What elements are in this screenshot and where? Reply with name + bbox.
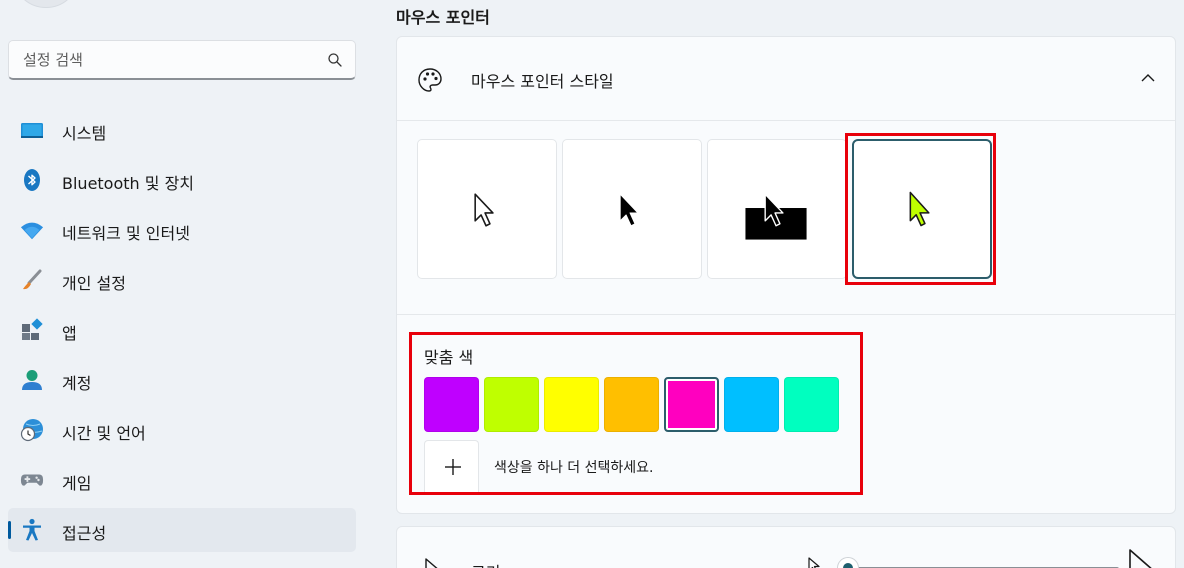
color-swatch-orange[interactable] bbox=[604, 377, 659, 432]
sidebar-item-network[interactable]: 네트워크 및 인터넷 bbox=[8, 208, 356, 252]
color-swatch-magenta[interactable] bbox=[664, 377, 719, 432]
pointer-style-custom[interactable] bbox=[852, 139, 992, 279]
sidebar-item-label: 계정 bbox=[62, 374, 92, 393]
add-color-button[interactable] bbox=[424, 440, 479, 492]
sidebar-item-accounts[interactable]: 계정 bbox=[8, 358, 356, 402]
palette-icon bbox=[418, 68, 442, 92]
page-title: 마우스 포인터 bbox=[396, 8, 490, 27]
sidebar-item-gaming[interactable]: 게임 bbox=[8, 458, 356, 502]
pointer-style-white[interactable] bbox=[417, 139, 557, 279]
sidebar-item-label: 시스템 bbox=[62, 124, 107, 143]
system-monitor-icon bbox=[20, 118, 44, 142]
color-swatch-lime[interactable] bbox=[484, 377, 539, 432]
large-pointer-icon bbox=[1129, 549, 1152, 568]
color-swatch-yellow[interactable] bbox=[544, 377, 599, 432]
avatar bbox=[12, 0, 80, 8]
pointer-size-card: 크기 bbox=[396, 526, 1176, 568]
sidebar-item-personalization[interactable]: 개인 설정 bbox=[8, 258, 356, 302]
accessibility-icon bbox=[20, 518, 44, 542]
custom-color-label: 맞춤 색 bbox=[424, 348, 474, 367]
inverted-pointer-icon bbox=[745, 193, 807, 240]
pointer-size-label: 크기 bbox=[471, 559, 500, 568]
pointer-size-slider-thumb[interactable] bbox=[837, 557, 859, 568]
custom-pointer-icon bbox=[909, 191, 930, 227]
sidebar-item-label: Bluetooth 및 장치 bbox=[62, 174, 195, 193]
sidebar-item-label: 네트워크 및 인터넷 bbox=[62, 224, 190, 243]
color-swatch-aqua[interactable] bbox=[784, 377, 839, 432]
chevron-up-icon[interactable] bbox=[1139, 69, 1157, 87]
pointer-style-inverted[interactable] bbox=[707, 139, 847, 279]
search-box[interactable] bbox=[8, 40, 356, 80]
small-pointer-icon bbox=[808, 557, 820, 568]
sidebar-item-accessibility[interactable]: 접근성 bbox=[8, 508, 356, 552]
pointer-size-icon bbox=[425, 558, 438, 568]
add-color-text: 색상을 하나 더 선택하세요. bbox=[494, 460, 654, 476]
gamepad-icon bbox=[20, 468, 44, 492]
sidebar-item-time-language[interactable]: 시간 및 언어 bbox=[8, 408, 356, 452]
color-swatch-sky-blue[interactable] bbox=[724, 377, 779, 432]
sidebar-item-label: 앱 bbox=[62, 324, 77, 343]
wifi-icon bbox=[20, 218, 44, 242]
apps-icon bbox=[20, 318, 44, 342]
pointer-style-options bbox=[397, 121, 1175, 315]
settings-window: 시스템 Bluetooth 및 장치 네트워크 및 인터넷 bbox=[0, 0, 1184, 568]
pointer-style-card: 마우스 포인터 스타일 bbox=[396, 36, 1176, 514]
pointer-style-header[interactable]: 마우스 포인터 스타일 bbox=[397, 37, 1175, 121]
account-icon bbox=[20, 368, 44, 392]
sidebar-item-label: 게임 bbox=[62, 474, 92, 493]
sidebar-item-label: 시간 및 언어 bbox=[62, 424, 146, 443]
color-swatch-purple[interactable] bbox=[424, 377, 479, 432]
black-pointer-icon bbox=[619, 193, 639, 227]
white-pointer-icon bbox=[474, 193, 494, 227]
sidebar-item-bluetooth[interactable]: Bluetooth 및 장치 bbox=[8, 158, 356, 202]
plus-icon bbox=[445, 459, 461, 475]
pointer-style-black[interactable] bbox=[562, 139, 702, 279]
sidebar-nav: 시스템 Bluetooth 및 장치 네트워크 및 인터넷 개인 설정 앱 계정… bbox=[8, 108, 356, 558]
sidebar-item-system[interactable]: 시스템 bbox=[8, 108, 356, 152]
sidebar-item-label: 접근성 bbox=[62, 524, 107, 543]
sidebar-item-apps[interactable]: 앱 bbox=[8, 308, 356, 352]
sidebar-item-label: 개인 설정 bbox=[62, 274, 126, 293]
search-icon[interactable] bbox=[327, 52, 343, 68]
paintbrush-icon bbox=[20, 268, 44, 292]
bluetooth-icon bbox=[20, 168, 44, 192]
search-input[interactable] bbox=[21, 41, 321, 78]
pointer-style-title: 마우스 포인터 스타일 bbox=[471, 72, 614, 91]
globe-clock-icon bbox=[20, 418, 44, 442]
